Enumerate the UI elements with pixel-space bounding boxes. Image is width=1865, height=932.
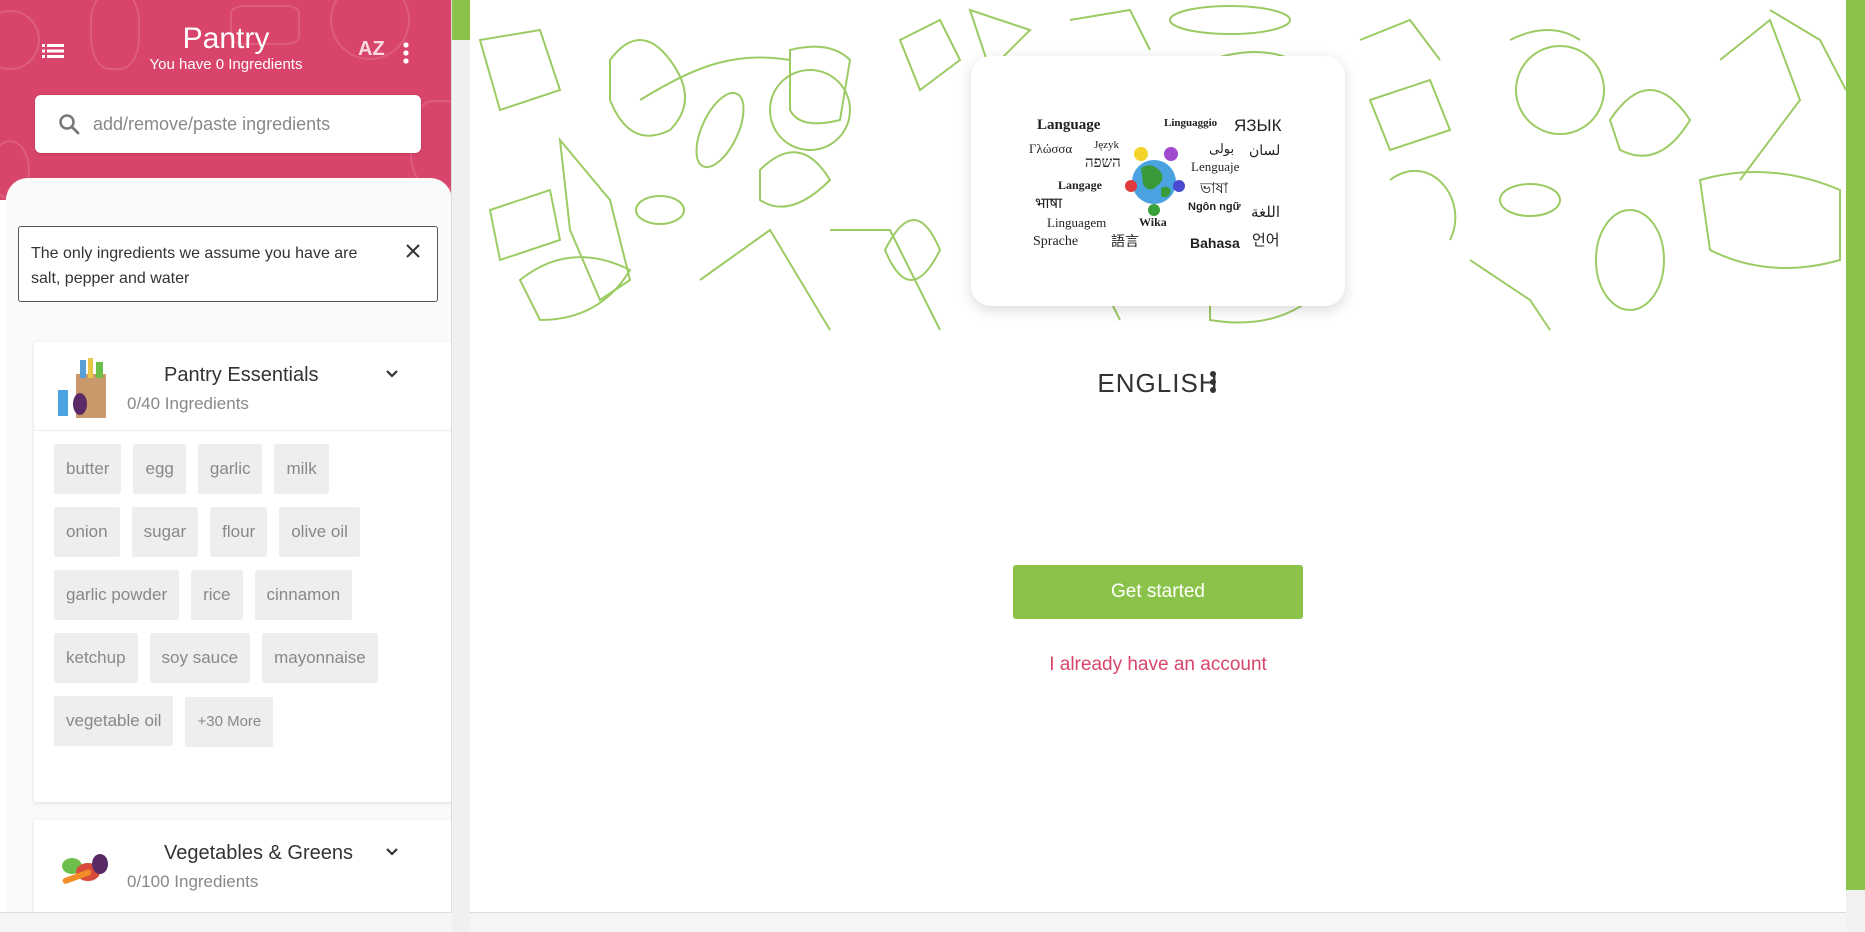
language-word: Langage xyxy=(1058,178,1103,192)
more-options-button[interactable] xyxy=(398,38,414,68)
search-icon xyxy=(59,114,80,135)
language-word: השפה xyxy=(1085,155,1121,171)
language-word: Γλώσσα xyxy=(1029,141,1072,156)
more-vert-icon xyxy=(1210,371,1216,393)
assumption-notice: The only ingredients we assume you have … xyxy=(18,226,438,302)
ingredient-chip[interactable]: onion xyxy=(54,507,120,557)
language-word: Linguagem xyxy=(1047,215,1106,230)
ingredient-chip[interactable]: butter xyxy=(54,444,122,494)
sort-az-button[interactable]: AZ xyxy=(358,38,385,61)
language-word: ЯЗЫК xyxy=(1234,116,1282,135)
main-panel: Language Linguaggio ЯЗЫК Γλώσσα Język بو… xyxy=(470,0,1846,912)
language-word: 語言 xyxy=(1111,234,1139,250)
close-notice-button[interactable] xyxy=(403,241,423,261)
language-word: بولی xyxy=(1209,141,1234,157)
language-word: Sprache xyxy=(1033,234,1078,249)
language-word: Language xyxy=(1037,117,1101,133)
close-icon xyxy=(406,244,420,258)
get-started-button[interactable]: Get started xyxy=(1013,565,1303,619)
ingredient-chip[interactable]: garlic xyxy=(197,444,263,494)
show-more-chip[interactable]: +30 More xyxy=(185,697,274,747)
sidebar-header: Pantry You have 0 Ingredients AZ xyxy=(0,0,451,200)
language-illustration-card: Language Linguaggio ЯЗЫК Γλώσσα Język بو… xyxy=(971,56,1345,306)
ingredient-chip[interactable]: mayonnaise xyxy=(262,633,378,683)
ingredient-chip[interactable]: garlic powder xyxy=(54,570,180,620)
ingredient-chip[interactable]: soy sauce xyxy=(149,633,251,683)
ingredient-chip[interactable]: vegetable oil xyxy=(54,696,174,746)
sidebar-horizontal-scrollbar[interactable] xyxy=(0,912,452,932)
language-word: Wika xyxy=(1139,215,1167,229)
category-title: Vegetables & Greens xyxy=(164,842,354,864)
ingredient-chip-list: butter egg garlic milk onion sugar flour olive… xyxy=(54,444,434,760)
language-word: Ngôn ngữ xyxy=(1188,201,1241,213)
existing-account-link[interactable]: I already have an account xyxy=(470,654,1846,676)
ingredient-chip[interactable]: sugar xyxy=(131,507,199,557)
ingredient-chip[interactable]: egg xyxy=(133,444,186,494)
divider xyxy=(34,430,451,431)
language-word: भाषा xyxy=(1035,196,1063,212)
language-word: Język xyxy=(1094,139,1120,151)
chevron-down-icon xyxy=(386,370,398,378)
language-word: ভাষা xyxy=(1199,181,1229,197)
category-card-pantry-essentials: Pantry Essentials 0/40 Ingredients butte… xyxy=(34,342,451,802)
ingredient-chip[interactable]: cinnamon xyxy=(254,570,353,620)
chevron-down-icon xyxy=(386,848,398,856)
panel-divider xyxy=(452,0,470,932)
language-word: لسان xyxy=(1249,144,1280,159)
vegetables-icon xyxy=(58,834,110,896)
more-vert-icon xyxy=(403,42,409,64)
ingredient-chip[interactable]: flour xyxy=(210,507,268,557)
language-word: Bahasa xyxy=(1190,235,1240,251)
category-count: 0/100 Ingredients xyxy=(127,872,259,891)
selected-language: ENGLISH xyxy=(1097,368,1219,398)
search-input[interactable] xyxy=(91,95,411,153)
globe-icon xyxy=(1132,160,1176,204)
language-word: Lenguaje xyxy=(1191,159,1240,174)
sidebar: Pantry You have 0 Ingredients AZ The onl… xyxy=(0,0,452,932)
ingredient-chip[interactable]: ketchup xyxy=(54,633,138,683)
language-options-button[interactable] xyxy=(1205,366,1221,398)
scrollbar-thumb[interactable] xyxy=(1846,0,1865,890)
expand-category-button[interactable] xyxy=(382,842,402,862)
ingredient-chip[interactable]: olive oil xyxy=(279,507,360,557)
language-word-cloud: Language Linguaggio ЯЗЫК Γλώσσα Język بو… xyxy=(1029,116,1282,251)
notice-text: The only ingredients we assume you have … xyxy=(31,245,358,287)
grocery-bag-icon xyxy=(58,356,110,418)
language-word: اللغة xyxy=(1251,205,1280,221)
search-box xyxy=(35,95,421,153)
category-title: Pantry Essentials xyxy=(164,364,319,386)
expand-category-button[interactable] xyxy=(382,364,402,384)
language-word: Linguaggio xyxy=(1164,117,1218,129)
main-horizontal-scrollbar[interactable] xyxy=(470,912,1846,932)
category-count: 0/40 Ingredients xyxy=(127,394,249,413)
ingredient-chip[interactable]: milk xyxy=(274,444,329,494)
sidebar-body: The only ingredients we assume you have … xyxy=(6,178,451,932)
language-word: 언어 xyxy=(1252,232,1280,249)
panel-divider-accent xyxy=(452,0,470,40)
ingredient-chip[interactable]: rice xyxy=(191,570,243,620)
